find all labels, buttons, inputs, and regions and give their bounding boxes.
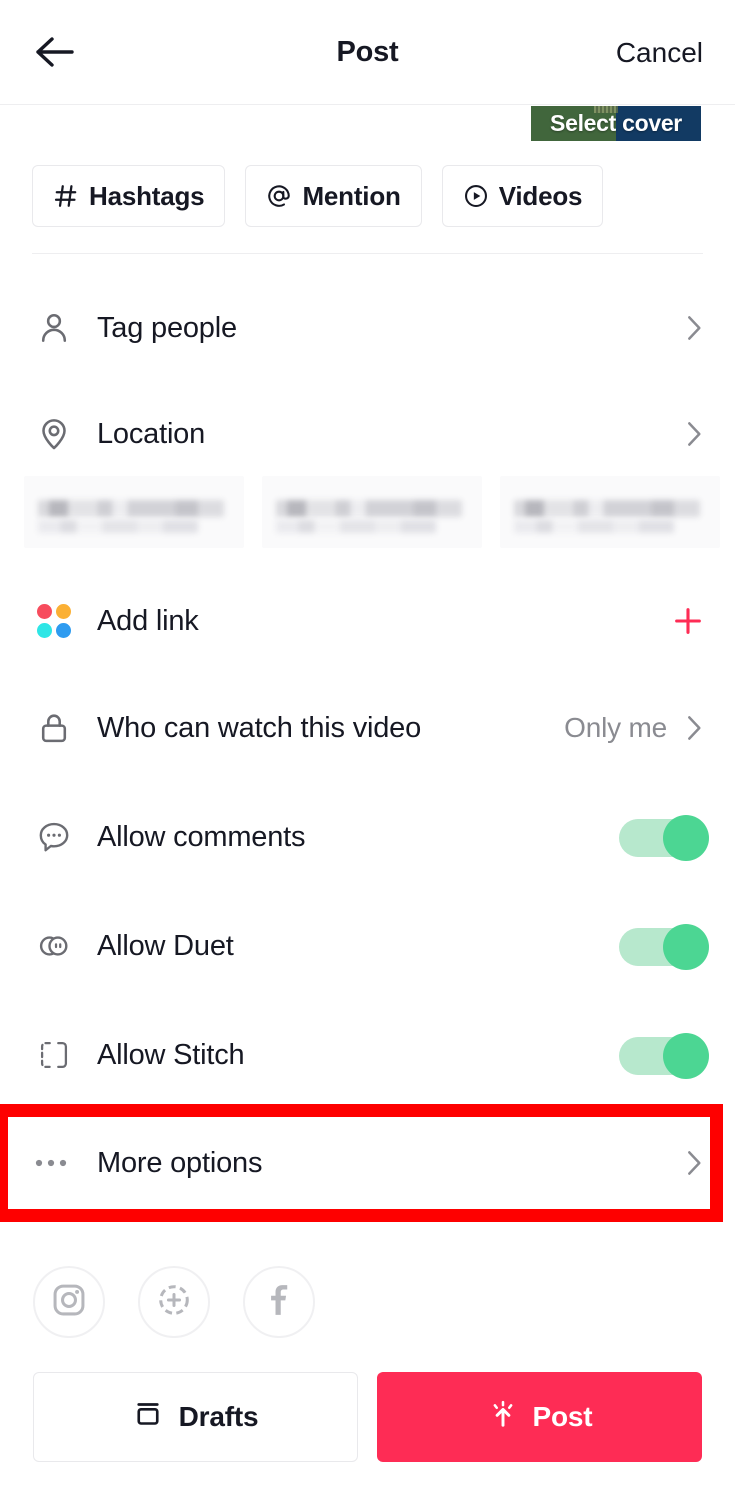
drafts-button[interactable]: Drafts <box>33 1372 358 1462</box>
hashtags-button[interactable]: Hashtags <box>32 165 226 227</box>
upload-sparkle-icon <box>487 1398 519 1437</box>
who-can-watch-value: Only me <box>564 712 667 743</box>
app-header: Post Cancel <box>0 0 735 105</box>
facebook-icon <box>260 1281 298 1324</box>
redacted-text <box>514 500 700 517</box>
at-icon <box>266 183 292 209</box>
row-allow-duet[interactable]: Allow Duet <box>0 913 735 979</box>
who-can-watch-label: Who can watch this video <box>97 711 422 744</box>
drafts-label: Drafts <box>178 1401 259 1432</box>
toggle-knob <box>663 924 709 970</box>
person-icon <box>33 307 75 349</box>
share-targets <box>33 1266 315 1338</box>
share-facebook-button[interactable] <box>243 1266 315 1338</box>
plus-icon[interactable] <box>671 604 705 638</box>
chevron-right-icon <box>681 1150 707 1176</box>
cancel-button[interactable]: Cancel <box>616 0 703 105</box>
row-who-can-watch[interactable]: Who can watch this video Only me <box>0 695 735 761</box>
redacted-text <box>514 520 674 533</box>
toggle-knob <box>663 815 709 861</box>
redacted-text <box>276 520 436 533</box>
add-link-label: Add link <box>97 604 199 637</box>
tag-people-label: Tag people <box>97 311 237 344</box>
duet-circles-icon <box>33 925 75 967</box>
share-instagram-stories-button[interactable] <box>138 1266 210 1338</box>
share-instagram-button[interactable] <box>33 1266 105 1338</box>
hash-icon <box>53 183 79 209</box>
chevron-right-icon <box>681 715 707 741</box>
location-suggestions[interactable] <box>24 476 735 548</box>
lock-icon <box>33 707 75 749</box>
allow-duet-toggle[interactable] <box>619 924 709 970</box>
row-tag-people[interactable]: Tag people <box>0 295 735 361</box>
redacted-text <box>38 520 198 533</box>
stitch-bracket-icon <box>33 1034 75 1076</box>
allow-stitch-toggle[interactable] <box>619 1033 709 1079</box>
chevron-right-icon <box>681 315 707 341</box>
row-location[interactable]: Location <box>0 401 735 467</box>
toggle-knob <box>663 1033 709 1079</box>
instagram-icon <box>50 1281 88 1324</box>
allow-comments-label: Allow comments <box>97 820 306 853</box>
post-button[interactable]: Post <box>377 1372 702 1462</box>
select-cover-label: Select cover <box>550 110 682 136</box>
comment-bubble-icon <box>33 816 75 858</box>
post-label: Post <box>532 1401 593 1432</box>
location-suggestion-item[interactable] <box>500 476 720 548</box>
section-divider <box>32 253 703 254</box>
row-more-options[interactable]: More options <box>0 1130 735 1196</box>
mention-button[interactable]: Mention <box>245 165 422 227</box>
row-allow-stitch[interactable]: Allow Stitch <box>0 1022 735 1088</box>
chevron-right-icon <box>681 421 707 447</box>
allow-comments-toggle[interactable] <box>619 815 709 861</box>
drafts-box-icon <box>133 1399 163 1436</box>
instagram-stories-icon <box>155 1281 193 1324</box>
redacted-text <box>276 500 462 517</box>
ellipsis-icon <box>33 1142 75 1184</box>
row-add-link[interactable]: Add link <box>0 588 735 654</box>
location-suggestion-item[interactable] <box>262 476 482 548</box>
videos-label: Videos <box>498 180 583 211</box>
four-dots-icon <box>33 600 75 642</box>
location-label: Location <box>97 417 206 450</box>
mention-label: Mention <box>302 180 401 211</box>
select-cover-thumbnail[interactable]: Select cover <box>531 106 701 141</box>
caption-tools: Hashtags Mention Videos <box>32 165 604 227</box>
bottom-action-bar: Drafts Post <box>0 1372 735 1462</box>
allow-stitch-label: Allow Stitch <box>97 1038 245 1071</box>
videos-button[interactable]: Videos <box>441 165 604 227</box>
row-allow-comments[interactable]: Allow comments <box>0 804 735 870</box>
location-pin-icon <box>33 413 75 455</box>
allow-duet-label: Allow Duet <box>97 929 234 962</box>
play-circle-icon <box>463 183 489 209</box>
more-options-label: More options <box>97 1146 263 1179</box>
hashtags-label: Hashtags <box>89 180 205 211</box>
redacted-text <box>38 500 224 517</box>
location-suggestion-item[interactable] <box>24 476 244 548</box>
